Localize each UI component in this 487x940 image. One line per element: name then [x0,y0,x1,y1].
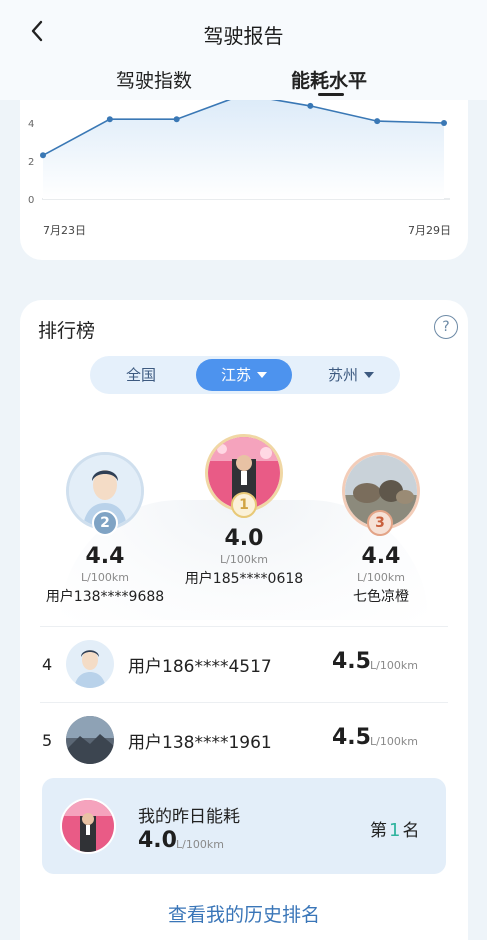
podium-user-name: 用户138****9688 [45,589,165,605]
filter-suzhou-label: 苏州 [327,366,358,384]
row-value: 4.5 [332,725,371,750]
user-photo-icon [62,800,114,852]
podium-rank-2[interactable]: 2 4.4 L/100km 用户138****9688 [44,452,166,606]
default-user-avatar-icon [66,640,114,688]
x-tick-label: 7月29日 [408,224,451,237]
ranking-title: 排行榜 [38,320,96,342]
top-bar: 驾驶报告 驾驶指数 能耗水平 [0,0,487,100]
data-point[interactable] [441,120,447,126]
my-rank-prefix: 第 [370,821,387,841]
filter-jiangsu-label: 江苏 [220,366,251,384]
row-user-name: 用户186****4517 [128,657,272,677]
data-point[interactable] [307,102,314,109]
y-tick-label: 0 [28,195,34,206]
row-unit: L/100km [370,659,418,672]
energy-chart-card: 4 2 0 7月23日 7月29日 [20,80,468,260]
question-circle-icon[interactable]: ? [434,315,458,339]
filter-jiangsu[interactable]: 江苏 [196,359,292,391]
podium-value: 4.4 [361,544,401,569]
tab-bar: 驾驶指数 能耗水平 [0,66,487,96]
silver-medal-icon: 2 [92,510,118,536]
my-rank-suffix: 名 [402,821,420,841]
tab-energy-level[interactable]: 能耗水平 [291,66,367,93]
row-value: 4.5 [332,649,371,674]
data-point[interactable] [374,118,381,125]
podium-value: 4.4 [85,544,125,569]
energy-chart: 4 2 0 7月23日 7月29日 [28,93,451,237]
my-energy-title: 我的昨日能耗 [138,807,240,827]
y-tick-label: 4 [28,119,34,130]
podium-user-name: 七色凉橙 [353,589,409,605]
list-item[interactable]: 5 用户138****1961 4.5 L/100km [40,702,448,778]
list-item[interactable]: 4 用户186****4517 4.5 L/100km [40,626,448,702]
active-tab-indicator [318,93,344,96]
filter-national-label: 全国 [125,366,156,384]
avatar [66,716,114,764]
x-tick-label: 7月23日 [43,224,86,237]
podium-rank-1[interactable]: 1 4.0 L/100km 用户185****0618 [182,434,306,588]
history-ranking-link[interactable]: 查看我的历史排名 [20,900,468,927]
filter-national[interactable]: 全国 [90,356,192,394]
podium-rank-3[interactable]: 3 4.4 L/100km 七色凉橙 [322,452,440,606]
podium-user-name: 用户185****0618 [184,571,304,587]
my-rank: 第1名 [370,816,419,841]
row-user-name: 用户138****1961 [128,733,272,753]
user-photo-icon [66,716,114,764]
my-ranking-card[interactable]: 我的昨日能耗 4.0 L/100km 第1名 [42,778,446,874]
series-area [43,94,444,199]
data-point[interactable] [173,116,180,123]
podium-unit: L/100km [220,553,268,566]
filter-suzhou[interactable]: 苏州 [302,356,400,394]
avatar [60,798,116,854]
row-rank: 5 [42,731,53,750]
podium-unit: L/100km [357,571,405,584]
bronze-medal-icon: 3 [367,510,393,536]
row-rank: 4 [42,655,53,674]
my-rank-number: 1 [389,820,401,841]
my-energy-unit: L/100km [176,838,224,851]
row-unit: L/100km [370,735,418,748]
podium-unit: L/100km [81,571,129,584]
page-title: 驾驶报告 [203,24,284,48]
podium-value: 4.0 [224,526,264,551]
gold-medal-icon: 1 [231,492,257,518]
region-filter: 全国 江苏 苏州 [90,356,400,394]
caret-down-icon [257,372,267,378]
ranking-card: 排行榜 ? 全国 江苏 苏州 2 4.4 L/100km 用户138****96… [20,300,468,940]
my-energy-value: 4.0 [138,828,177,853]
avatar [66,640,114,688]
data-point[interactable] [40,152,46,159]
caret-down-icon [364,372,374,378]
y-tick-label: 2 [28,157,34,168]
data-point[interactable] [106,116,113,123]
tab-driving-index[interactable]: 驾驶指数 [116,66,192,93]
